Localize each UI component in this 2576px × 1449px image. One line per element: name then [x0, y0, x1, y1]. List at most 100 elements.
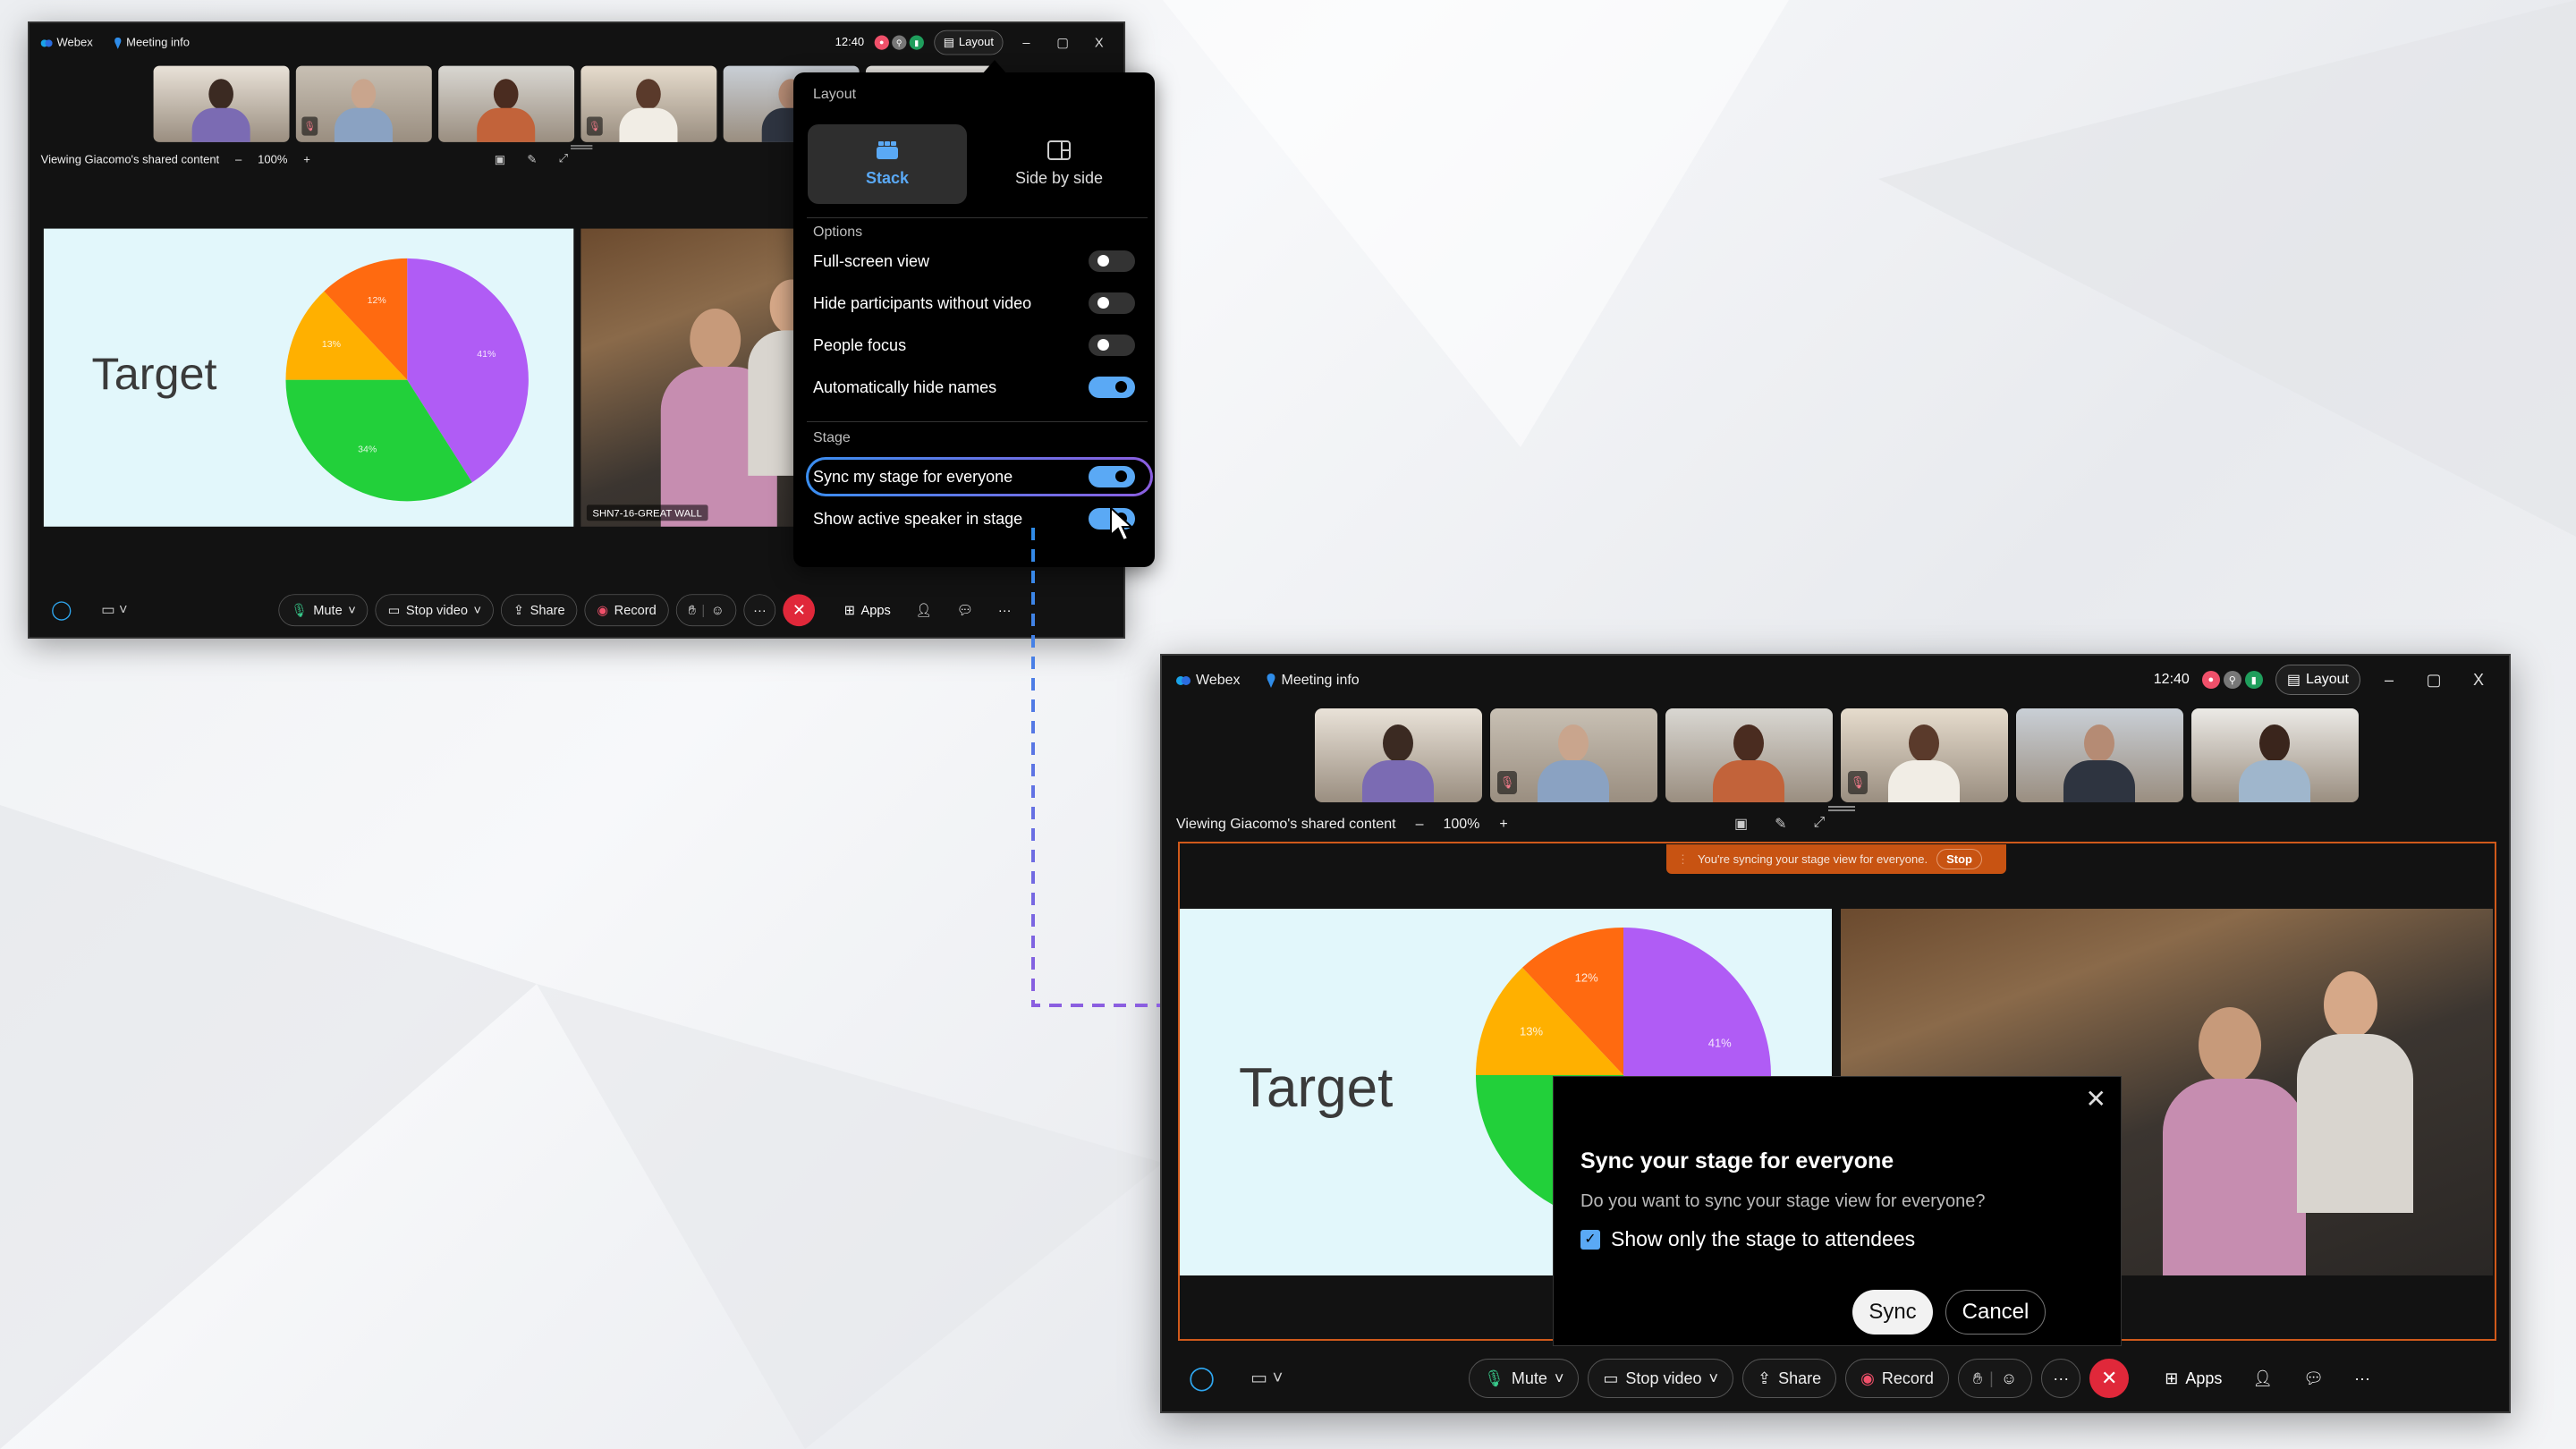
network-signal-icon[interactable]: ▮ — [909, 35, 924, 50]
cancel-button[interactable]: Cancel — [1945, 1290, 2046, 1335]
option-toggle[interactable] — [1089, 292, 1135, 314]
participants-icon[interactable]: 👤︎ — [2252, 1369, 2273, 1388]
checkbox-checked-icon[interactable]: ✓ — [1580, 1229, 1600, 1250]
webex-logo[interactable]: Webex — [40, 37, 93, 50]
end-call-button[interactable]: ✕ — [2089, 1359, 2130, 1398]
participant-thumbnail[interactable]: 🎙︎ — [1841, 708, 2008, 802]
annotate-icon[interactable]: ✎ — [1775, 815, 1786, 833]
chevron-down-icon[interactable]: ˅ — [474, 603, 482, 618]
stop-video-button[interactable]: ▭ Stop video ˅ — [375, 594, 494, 627]
stop-sync-button[interactable]: Stop — [1936, 849, 1982, 869]
option-toggle[interactable] — [1089, 466, 1135, 487]
option-toggle[interactable] — [1089, 335, 1135, 356]
participant-thumbnail[interactable]: 🎙︎ — [295, 65, 432, 142]
microphone-icon: 🎙︎ — [291, 602, 308, 617]
security-icon[interactable]: ⚲ — [2223, 671, 2241, 689]
zoom-in-button[interactable]: + — [303, 154, 310, 167]
close-button[interactable]: X — [1086, 35, 1112, 50]
option-toggle[interactable] — [1089, 508, 1135, 530]
raise-hand-icon[interactable]: ✋︎ — [1973, 1369, 1982, 1388]
apps-button[interactable]: ⊞ Apps — [844, 603, 891, 618]
zoom-out-button[interactable]: – — [1416, 817, 1424, 833]
layout-button[interactable]: ▤ Layout — [2275, 665, 2360, 695]
remote-control-icon[interactable]: ▣ — [1734, 815, 1748, 833]
participant-body — [2239, 760, 2310, 802]
more-right-button[interactable]: ··· — [2354, 1369, 2370, 1388]
captions-button[interactable]: ▭ ˅ — [101, 601, 127, 619]
chat-icon[interactable]: 💬︎ — [957, 603, 974, 618]
show-only-stage-checkbox[interactable]: ✓ Show only the stage to attendees — [1580, 1227, 1915, 1251]
option-toggle[interactable] — [1089, 377, 1135, 398]
more-options-button[interactable]: ··· — [743, 594, 776, 627]
clock: 12:40 — [2153, 672, 2190, 687]
participant-thumbnail[interactable] — [438, 65, 575, 142]
layout-side-by-side-option[interactable]: Side by side — [979, 124, 1139, 204]
ai-assistant-icon[interactable]: ◯ — [51, 598, 72, 621]
chat-icon[interactable]: 💬︎ — [2303, 1369, 2324, 1388]
participant-thumbnail[interactable] — [2016, 708, 2183, 802]
drag-handle-icon[interactable]: ⋮ — [1677, 852, 1689, 867]
option-row[interactable]: Full-screen view — [813, 245, 1135, 277]
ai-assistant-icon[interactable]: ◯ — [1189, 1364, 1215, 1392]
participant-thumbnail[interactable] — [153, 65, 290, 142]
close-button[interactable]: X — [2462, 671, 2495, 690]
emoji-reaction-icon[interactable]: ☺ — [2001, 1369, 2017, 1388]
emoji-reaction-icon[interactable]: ☺ — [711, 603, 724, 618]
participant-thumbnail[interactable]: 🎙︎ — [1490, 708, 1657, 802]
maximize-button[interactable]: ▢ — [2418, 671, 2450, 690]
option-row[interactable]: People focus — [813, 329, 1135, 361]
option-row[interactable]: Show active speaker in stage — [813, 503, 1135, 535]
dialog-question: Do you want to sync your stage view for … — [1580, 1191, 1986, 1211]
participant-body — [477, 107, 536, 142]
security-icon[interactable]: ⚲ — [892, 35, 907, 50]
fullscreen-icon[interactable]: ⤢ — [559, 152, 568, 166]
annotate-icon[interactable]: ✎ — [527, 152, 537, 166]
mute-button[interactable]: 🎙︎ Mute ˅ — [1469, 1359, 1580, 1398]
minimize-button[interactable]: – — [1013, 35, 1039, 50]
layout-button[interactable]: ▤ Layout — [934, 30, 1004, 55]
share-button[interactable]: ⇪ Share — [1742, 1359, 1837, 1398]
zoom-out-button[interactable]: – — [235, 154, 242, 167]
raise-hand-icon[interactable]: ✋︎ — [689, 603, 696, 618]
participant-thumbnail[interactable]: 🎙︎ — [580, 65, 717, 142]
record-button[interactable]: ◉ Record — [1845, 1359, 1949, 1398]
option-row[interactable]: Sync my stage for everyone — [813, 461, 1135, 493]
layout-stack-option[interactable]: Stack — [808, 124, 967, 204]
chevron-down-icon[interactable]: ˅ — [1555, 1369, 1564, 1388]
share-button[interactable]: ⇪ Share — [501, 594, 578, 627]
meeting-info-button[interactable]: Meeting info — [113, 37, 190, 50]
stop-video-button[interactable]: ▭ Stop video ˅ — [1588, 1359, 1733, 1398]
participant-thumbnail[interactable] — [1665, 708, 1833, 802]
record-button[interactable]: ◉ Record — [584, 594, 669, 627]
zoom-in-button[interactable]: + — [1499, 817, 1507, 833]
maximize-button[interactable]: ▢ — [1050, 35, 1076, 50]
apps-button[interactable]: ⊞ Apps — [2165, 1369, 2222, 1388]
filmstrip-resize-handle[interactable] — [1828, 806, 1855, 811]
more-right-button[interactable]: ··· — [998, 603, 1012, 618]
recording-indicator-icon[interactable]: ● — [874, 35, 889, 50]
recording-indicator-icon[interactable]: ● — [2201, 671, 2220, 689]
captions-button[interactable]: ▭ ˅ — [1250, 1367, 1283, 1389]
participants-icon[interactable]: 👤︎ — [915, 603, 932, 618]
network-signal-icon[interactable]: ▮ — [2244, 671, 2263, 689]
option-row[interactable]: Hide participants without video — [813, 287, 1135, 319]
minimize-button[interactable]: – — [2373, 671, 2405, 690]
webex-logo[interactable]: Webex — [1176, 673, 1241, 689]
meeting-info-button[interactable]: Meeting info — [1266, 673, 1360, 689]
participant-face — [351, 79, 377, 110]
mute-button[interactable]: 🎙︎ Mute ˅ — [278, 594, 369, 627]
remote-control-icon[interactable]: ▣ — [495, 152, 505, 166]
participant-thumbnail[interactable] — [2191, 708, 2359, 802]
zoom-level: 100% — [1443, 817, 1480, 832]
participant-thumbnail[interactable] — [1315, 708, 1482, 802]
end-call-button[interactable]: ✕ — [783, 594, 816, 627]
option-toggle[interactable] — [1089, 250, 1135, 272]
more-options-button[interactable]: ··· — [2041, 1359, 2081, 1398]
sync-button[interactable]: Sync — [1852, 1290, 1933, 1335]
filmstrip-resize-handle[interactable] — [571, 145, 593, 150]
fullscreen-icon[interactable]: ⤢ — [1814, 815, 1826, 833]
chevron-down-icon[interactable]: ˅ — [1708, 1369, 1718, 1388]
option-row[interactable]: Automatically hide names — [813, 371, 1135, 403]
dialog-close-button[interactable]: ✕ — [2086, 1084, 2106, 1114]
chevron-down-icon[interactable]: ˅ — [348, 603, 356, 618]
